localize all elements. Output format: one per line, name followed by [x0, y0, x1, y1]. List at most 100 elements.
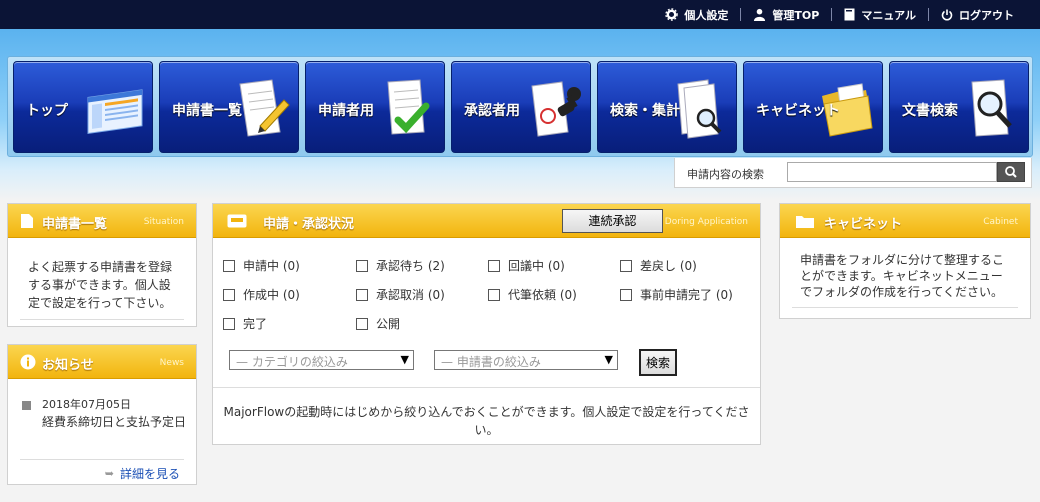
nav-approver[interactable]: 承認者用: [451, 61, 591, 153]
arrow-right-icon: ➥: [104, 467, 114, 480]
status-panel-subtitle: Doring Application: [664, 217, 748, 227]
nav-cabinet-label: キャビネット: [756, 103, 840, 119]
form-filter-select[interactable]: — 申請書の絞込み ▼: [434, 350, 618, 370]
bulk-approve-button[interactable]: 連続承認: [562, 209, 663, 233]
top-nav: 個人設定 管理TOP マニュアル ログアウト: [653, 0, 1026, 29]
status-panel-title: 申請・承認状況: [263, 217, 355, 232]
document-check-icon: [387, 79, 430, 135]
checkbox[interactable]: [356, 288, 368, 301]
cabinet-panel-text: 申請書をフォルダに分けて整理することができます。キャビネットメニューでフォルダの…: [800, 253, 1005, 299]
news-panel-header: お知らせ News: [8, 345, 196, 379]
nav-applicant[interactable]: 申請者用: [305, 61, 445, 153]
top-bar: 個人設定 管理TOP マニュアル ログアウト: [0, 0, 1040, 29]
application-list-panel-title: 申請書一覧: [42, 217, 108, 232]
checkbox[interactable]: [223, 288, 235, 301]
application-list-panel: 申請書一覧 Situation よく起票する申請書を登録する事ができます。個人設…: [7, 203, 197, 327]
content-search-button[interactable]: [997, 162, 1025, 182]
personal-settings-label: 個人設定: [684, 8, 729, 22]
news-more-link[interactable]: ➥ 詳細を見る: [105, 465, 180, 482]
logout-link[interactable]: ログアウト: [929, 7, 1026, 23]
power-icon: [941, 9, 953, 20]
status-checkbox-label: 回議中 (0): [508, 259, 565, 273]
news-panel-title: お知らせ: [42, 358, 94, 373]
content-search-bar: 申請内容の検索: [674, 158, 1032, 188]
news-item[interactable]: 経費系締切日と支払予定日: [42, 413, 188, 432]
checkbox[interactable]: [488, 259, 500, 272]
cabinet-panel-title: キャビネット: [824, 217, 903, 232]
news-panel: お知らせ News 2018年07月05日 経費系締切日と支払予定日 ➥ 詳細を…: [7, 344, 197, 485]
cabinet-panel: キャビネット Cabinet 申請書をフォルダに分けて整理することができます。キ…: [779, 203, 1031, 319]
cabinet-panel-header: キャビネット Cabinet: [780, 204, 1030, 238]
stamp-icon: [531, 81, 581, 137]
status-checkbox[interactable]: 承認取消 (0): [356, 286, 445, 303]
status-checkbox-label: 公開: [376, 317, 401, 331]
application-list-panel-header: 申請書一覧 Situation: [8, 204, 196, 238]
status-checkbox[interactable]: 代筆依頼 (0): [488, 286, 577, 303]
status-checkbox-label: 差戻し (0): [640, 259, 697, 273]
folder-icon: [796, 216, 814, 228]
nav-document-search[interactable]: 文書検索: [889, 61, 1029, 153]
nav-document-search-label: 文書検索: [902, 103, 958, 119]
news-more-label: 詳細を見る: [119, 467, 180, 481]
document-magnifier-icon: [971, 79, 1012, 137]
content-search-label: 申請内容の検索: [687, 168, 764, 181]
news-panel-subtitle: News: [159, 358, 184, 368]
status-checkbox[interactable]: 申請中 (0): [223, 257, 300, 274]
status-checkbox-label: 申請中 (0): [243, 259, 300, 273]
dashboard-icon: [87, 89, 143, 135]
nav-top[interactable]: トップ: [13, 61, 153, 153]
nav-cabinet[interactable]: キャビネット: [743, 61, 883, 153]
nav-search-aggregate[interactable]: 検索・集計: [597, 61, 737, 153]
gear-icon: [665, 8, 679, 21]
application-list-panel-text: よく起票する申請書を登録する事ができます。個人設定で設定を行って下さい。: [28, 260, 173, 310]
status-checkbox[interactable]: 完了: [223, 315, 267, 332]
checkbox[interactable]: [356, 317, 368, 330]
checkbox[interactable]: [223, 259, 235, 272]
user-icon: [754, 8, 766, 21]
manual-link[interactable]: マニュアル: [832, 7, 928, 23]
chevron-down-icon: ▼: [400, 353, 409, 366]
nav-application-list-label: 申請書一覧: [172, 103, 242, 119]
filter-search-button[interactable]: 検索: [639, 349, 677, 376]
status-checkbox-label: 代筆依頼 (0): [508, 288, 577, 302]
news-date: 2018年07月05日: [42, 398, 131, 411]
checkbox[interactable]: [356, 259, 368, 272]
admin-top-link[interactable]: 管理TOP: [741, 7, 831, 23]
status-checkbox[interactable]: 作成中 (0): [223, 286, 300, 303]
nav-approver-label: 承認者用: [464, 103, 520, 119]
status-panel: 申請・承認状況 Doring Application 連続承認 申請中 (0) …: [212, 203, 761, 445]
status-checkbox[interactable]: 差戻し (0): [620, 257, 697, 274]
status-checkbox-label: 完了: [243, 317, 268, 331]
status-checkbox-label: 作成中 (0): [243, 288, 300, 302]
application-list-panel-subtitle: Situation: [143, 217, 184, 227]
nav-search-aggregate-label: 検索・集計: [610, 103, 680, 119]
status-checkbox[interactable]: 承認待ち (2): [356, 257, 445, 274]
content-search-input[interactable]: [787, 162, 997, 182]
admin-top-label: 管理TOP: [772, 8, 820, 22]
checkbox[interactable]: [620, 259, 632, 272]
status-checkbox-label: 承認待ち (2): [376, 259, 445, 273]
category-filter-select[interactable]: — カテゴリの絞込み ▼: [229, 350, 414, 370]
checkbox[interactable]: [620, 288, 632, 301]
main-nav: トップ 申請書一覧 申請者用 承認者用 検索・集計 キャビネット 文書検索: [7, 56, 1033, 157]
book-icon: [844, 8, 855, 21]
cabinet-panel-subtitle: Cabinet: [983, 217, 1018, 227]
divider: [20, 319, 184, 320]
checkbox[interactable]: [488, 288, 500, 301]
personal-settings-link[interactable]: 個人設定: [653, 7, 740, 23]
search-icon: [1005, 166, 1017, 178]
divider: [792, 307, 1018, 308]
chevron-down-icon: ▼: [604, 353, 613, 366]
nav-application-list[interactable]: 申請書一覧: [159, 61, 299, 153]
status-panel-header: 申請・承認状況 Doring Application 連続承認: [213, 204, 760, 238]
status-checkbox-label: 承認取消 (0): [376, 288, 445, 302]
status-checkbox[interactable]: 公開: [356, 315, 400, 332]
status-checkbox[interactable]: 回議中 (0): [488, 257, 565, 274]
document-icon: [21, 214, 33, 228]
checkbox[interactable]: [223, 317, 235, 330]
status-checkbox[interactable]: 事前申請完了 (0): [620, 286, 733, 303]
inbox-tray-icon: [227, 214, 247, 228]
nav-top-label: トップ: [26, 103, 68, 119]
status-checkbox-label: 事前申請完了 (0): [640, 288, 733, 302]
bullet-icon: [22, 401, 31, 410]
